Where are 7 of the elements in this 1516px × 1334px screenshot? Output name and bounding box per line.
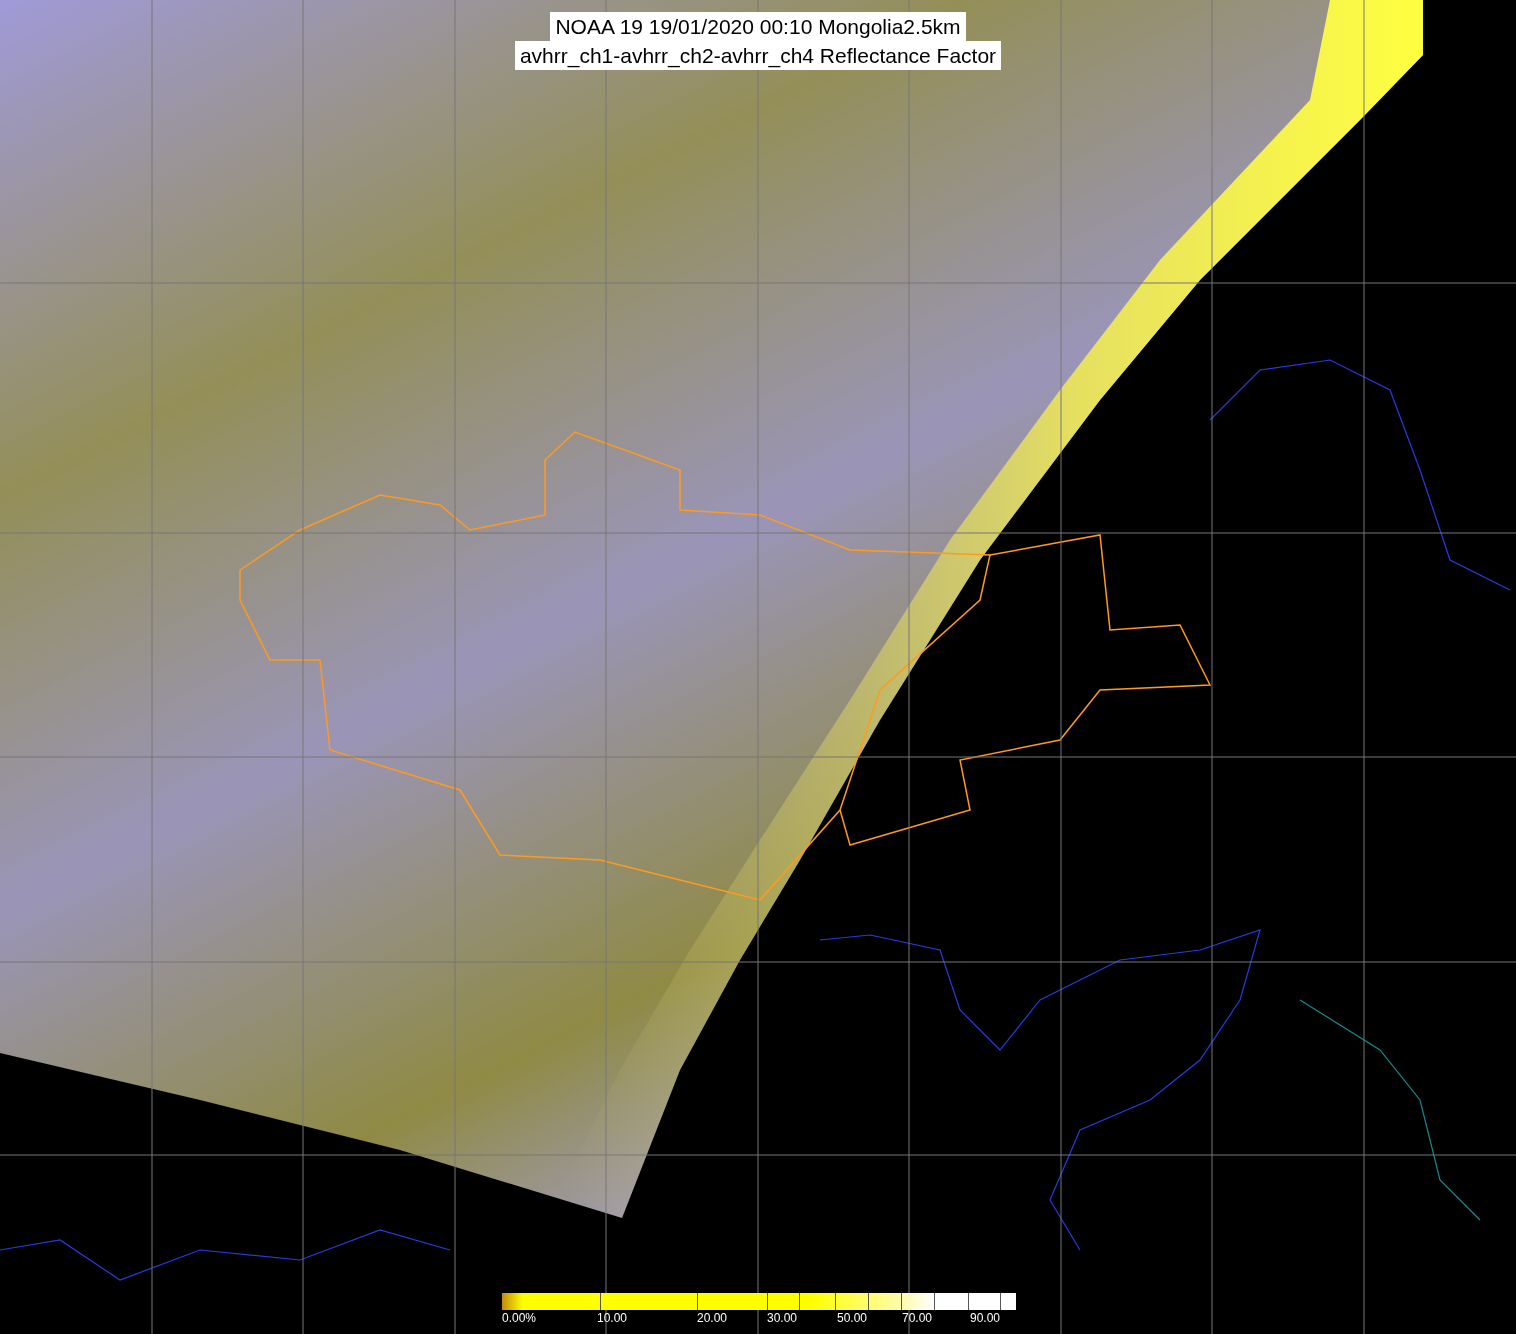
colorbar-label: 20.00 [697, 1311, 728, 1325]
colorbar-label: 90.00 [970, 1311, 1001, 1325]
colorbar-label: 0.00% [502, 1311, 537, 1325]
colorbar-label: 10.00 [597, 1311, 628, 1325]
colorbar-label: 70.00 [902, 1311, 933, 1325]
colorbar-label: 30.00 [767, 1311, 798, 1325]
colorbar-label: 50.00 [837, 1311, 868, 1325]
